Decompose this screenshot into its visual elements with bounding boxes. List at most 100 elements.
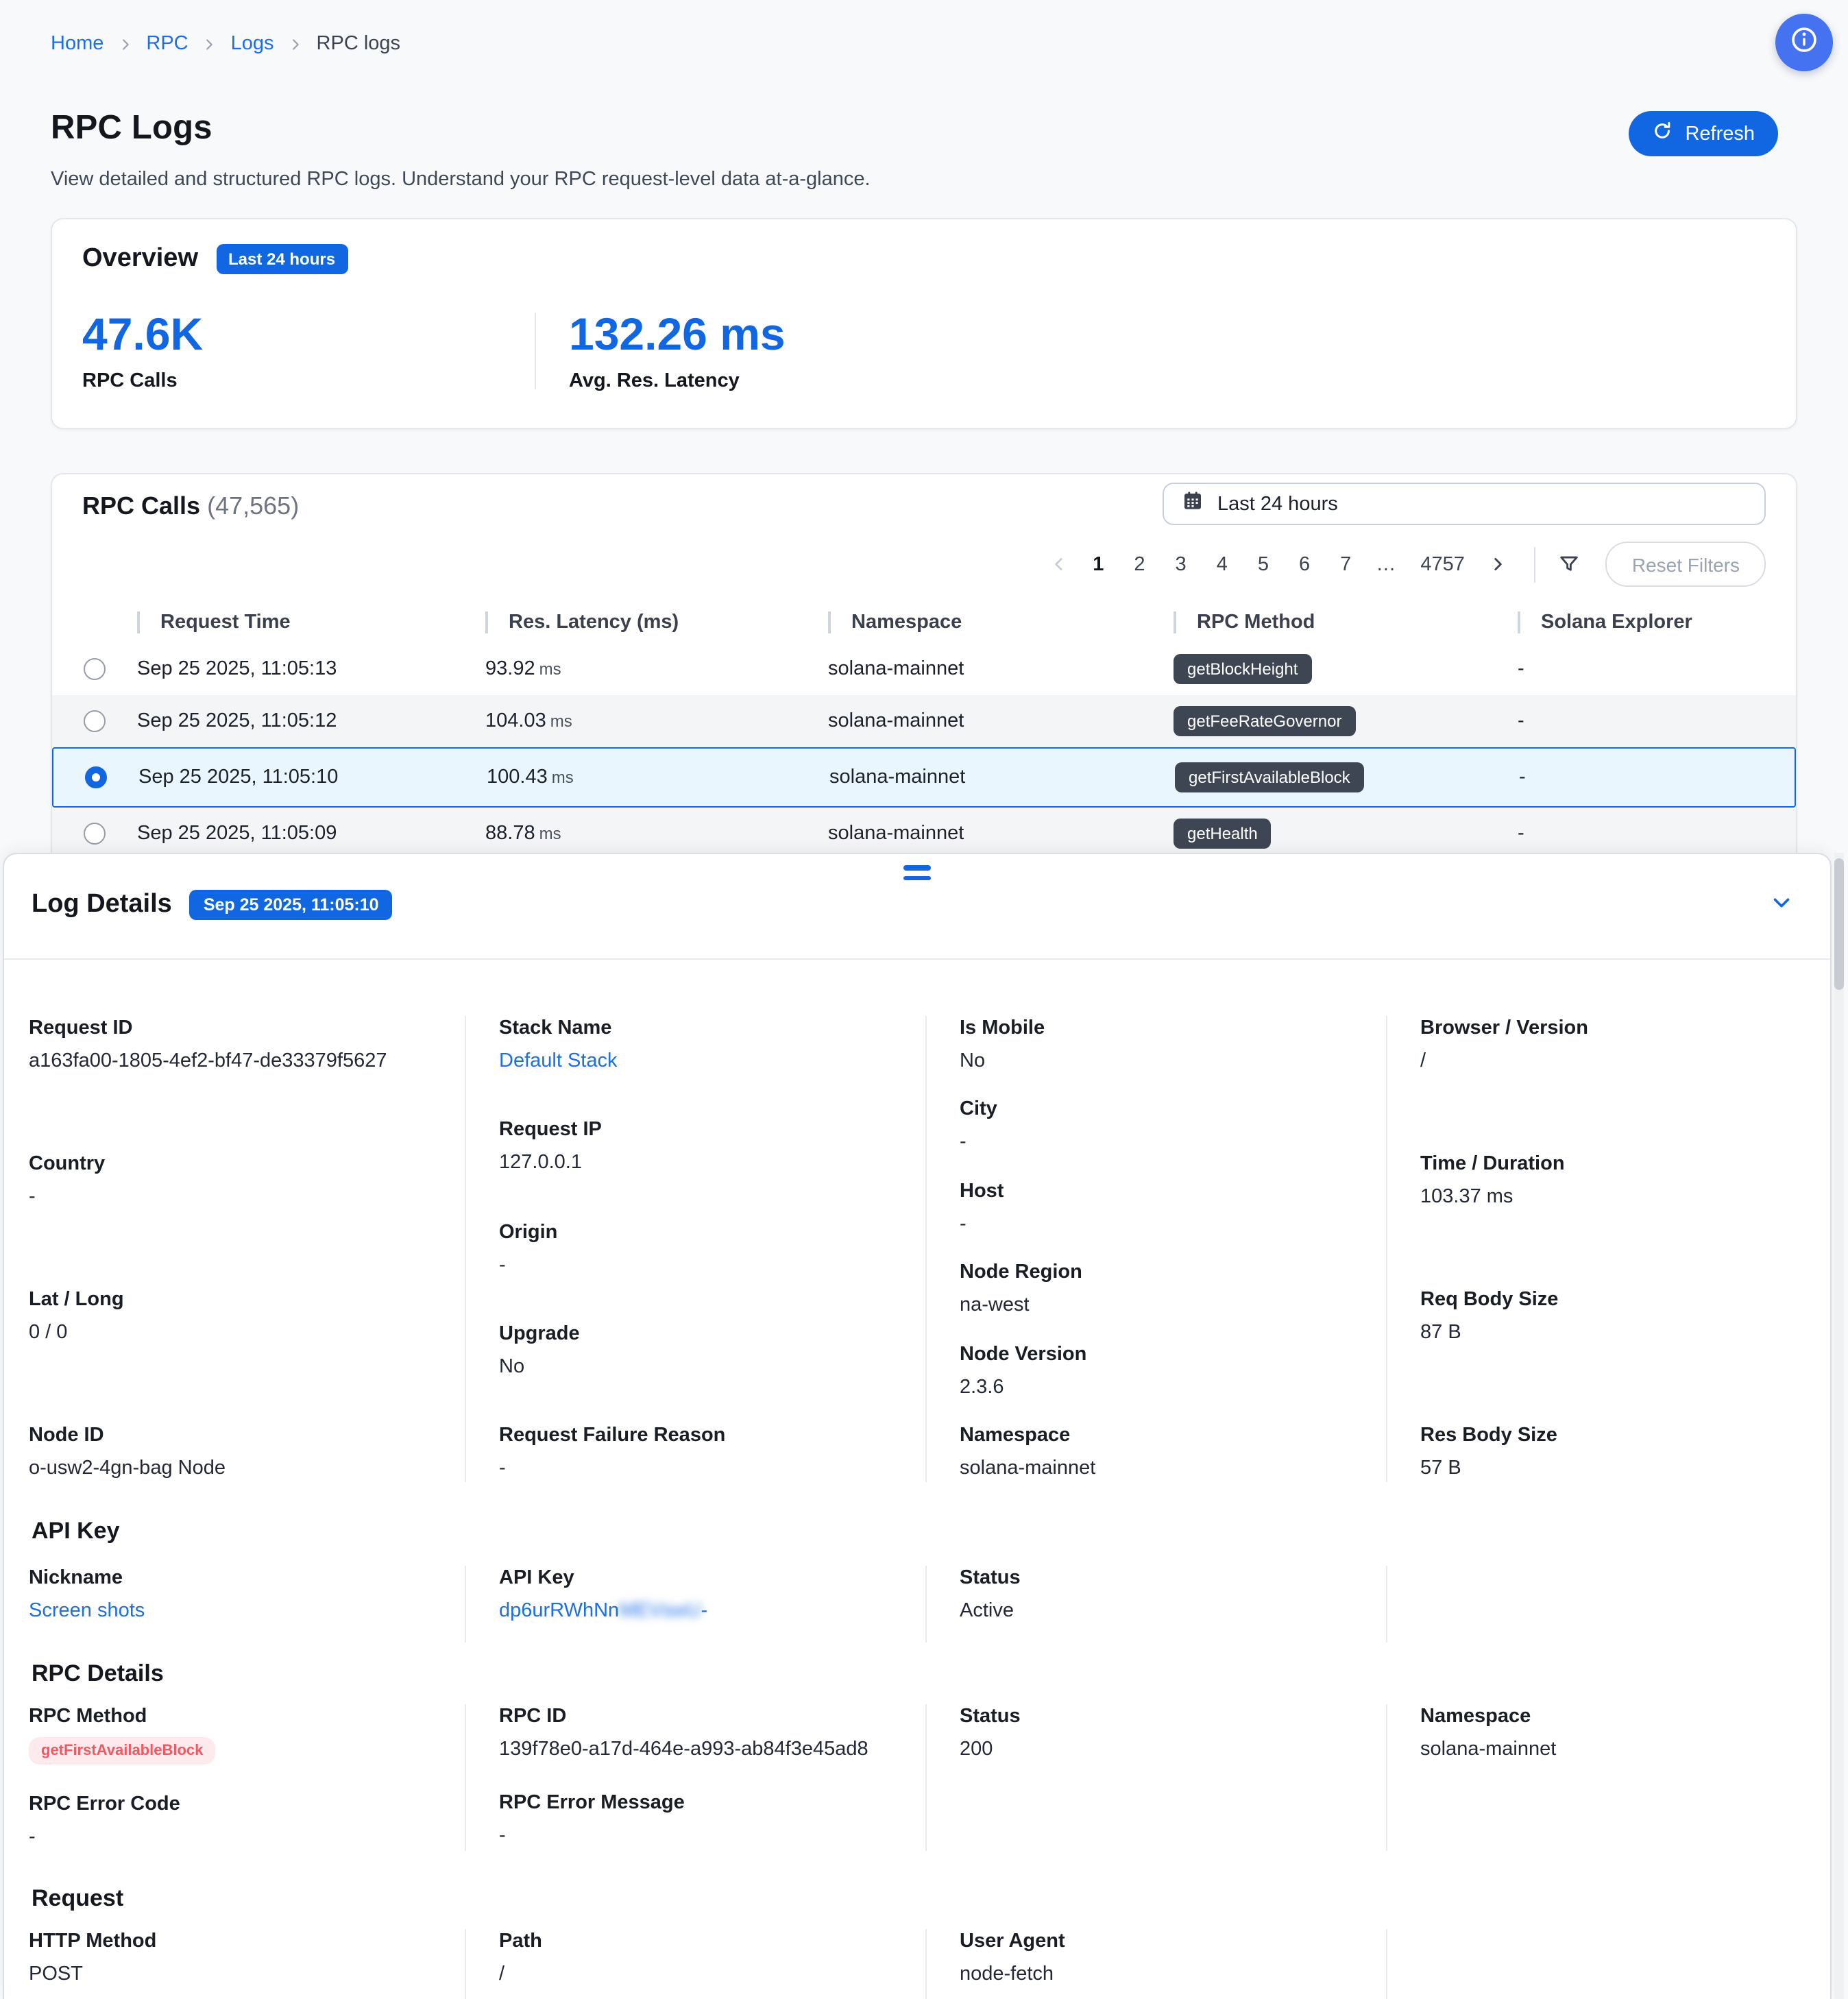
field-node-version: Node Version2.3.6: [960, 1342, 1364, 1401]
request-grid: HTTP Method POST Path / User Agent node-…: [4, 1929, 1830, 1999]
page-subtitle: View detailed and structured RPC logs. U…: [51, 169, 871, 191]
details-column-4: Browser / Version/ Time / Duration103.37…: [1386, 1016, 1830, 1482]
cell-request-time: Sep 25 2025, 11:05:12: [137, 710, 485, 732]
date-range-input[interactable]: Last 24 hours: [1163, 483, 1766, 525]
field-req-body-size: Req Body Size87 B: [1420, 1287, 1808, 1346]
cell-latency: 93.92ms: [485, 658, 828, 680]
chevron-down-icon[interactable]: [1768, 890, 1795, 923]
col-latency: Res. Latency (ms): [485, 611, 828, 633]
cell-explorer: -: [1518, 658, 1796, 680]
log-details-panel: Log Details Sep 25 2025, 11:05:10 Reques…: [3, 853, 1832, 1999]
field-api-key-status: Status Active: [925, 1566, 1386, 1643]
stat-latency-label: Avg. Res. Latency: [569, 370, 786, 392]
pagination-page-4[interactable]: 4: [1206, 553, 1239, 575]
stat-rpc-calls: 47.6K RPC Calls: [82, 307, 535, 392]
rpc-logs-page: Home RPC Logs RPC logs RPC Logs Refresh …: [0, 0, 1848, 1999]
cell-request-time: Sep 25 2025, 11:05:09: [137, 823, 485, 845]
pagination-page-5[interactable]: 5: [1247, 553, 1280, 575]
rpc-method-badge: getFeeRateGovernor: [1174, 706, 1355, 736]
stack-name-link[interactable]: Default Stack: [499, 1049, 903, 1075]
field-rpc-id: RPC ID 139f78e0-a17d-464e-a993-ab84f3e45…: [499, 1704, 903, 1763]
field-request-id: Request IDa163fa00-1805-4ef2-bf47-de3337…: [29, 1016, 443, 1075]
pagination-page-6[interactable]: 6: [1288, 553, 1321, 575]
row-radio-selected[interactable]: [85, 766, 107, 788]
field-request-ip: Request IP127.0.0.1: [499, 1118, 903, 1177]
field-rpc-error-code: RPC Error Code -: [29, 1792, 443, 1851]
col-solana-explorer: Solana Explorer: [1518, 611, 1796, 633]
field-path: Path /: [465, 1929, 925, 1999]
details-column-3: Is MobileNo City- Host- Node Regionna-we…: [925, 1016, 1386, 1482]
drag-handle[interactable]: [903, 865, 931, 880]
pagination-page-7[interactable]: 7: [1329, 553, 1362, 575]
table-row[interactable]: Sep 25 2025, 11:05:13 93.92ms solana-mai…: [52, 643, 1796, 695]
pagination-ellipsis: …: [1370, 553, 1401, 575]
field-namespace: Namespacesolana-mainnet: [960, 1423, 1364, 1482]
pagination-divider: [1535, 546, 1536, 582]
pagination-page-3[interactable]: 3: [1165, 553, 1197, 575]
info-button[interactable]: [1775, 14, 1833, 71]
table-row[interactable]: Sep 25 2025, 11:05:09 88.78ms solana-mai…: [52, 808, 1796, 860]
request-empty-column: [1386, 1929, 1830, 1999]
pagination-next-icon[interactable]: [1484, 555, 1513, 573]
cell-namespace: solana-mainnet: [829, 766, 1175, 788]
table-row-selected[interactable]: Sep 25 2025, 11:05:10 100.43ms solana-ma…: [52, 747, 1796, 808]
breadcrumb-logs[interactable]: Logs: [231, 33, 274, 55]
field-node-id: Node IDo-usw2-4gn-bag Node: [29, 1423, 443, 1482]
field-api-key: API Key dp6urRWhNnMEVswU-: [465, 1566, 925, 1643]
breadcrumb-rpc[interactable]: RPC: [146, 33, 188, 55]
field-http-method: HTTP Method POST: [4, 1929, 465, 1999]
field-rpc-method: RPC Method getFirstAvailableBlock: [29, 1704, 443, 1765]
pagination-page-last[interactable]: 4757: [1409, 553, 1476, 575]
cell-namespace: solana-mainnet: [828, 710, 1174, 732]
field-request-failure-reason: Request Failure Reason-: [499, 1423, 903, 1482]
chevron-right-icon: [202, 36, 217, 51]
rpc-method-pink-badge: getFirstAvailableBlock: [29, 1737, 215, 1765]
breadcrumb-current: RPC logs: [317, 33, 401, 55]
pagination-page-1[interactable]: 1: [1082, 553, 1115, 575]
scrollbar-track[interactable]: [1834, 853, 1844, 1999]
rpc-method-badge: getFirstAvailableBlock: [1175, 762, 1364, 792]
log-details-title: Log Details: [32, 890, 172, 920]
breadcrumb-home[interactable]: Home: [51, 33, 104, 55]
pagination-page-2[interactable]: 2: [1123, 553, 1156, 575]
cell-namespace: solana-mainnet: [828, 823, 1174, 845]
cell-namespace: solana-mainnet: [828, 658, 1174, 680]
rpc-calls-title: RPC Calls (47,565): [82, 492, 299, 521]
row-radio[interactable]: [84, 658, 106, 680]
stat-rpc-calls-label: RPC Calls: [82, 370, 535, 392]
field-host: Host-: [960, 1179, 1364, 1238]
details-column-2: Stack NameDefault Stack Request IP127.0.…: [465, 1016, 925, 1482]
api-key-blurred: MEVswU: [619, 1600, 701, 1622]
api-key-link[interactable]: dp6urRWhNnMEVswU-: [499, 1599, 903, 1625]
nickname-link[interactable]: Screen shots: [29, 1599, 443, 1625]
log-details-time-badge: Sep 25 2025, 11:05:10: [190, 890, 393, 920]
field-country: Country-: [29, 1152, 443, 1211]
log-details-grid: Request IDa163fa00-1805-4ef2-bf47-de3337…: [4, 1016, 1830, 1482]
scrollbar-thumb[interactable]: [1834, 858, 1844, 990]
date-range-value: Last 24 hours: [1217, 493, 1338, 515]
row-radio[interactable]: [84, 710, 106, 732]
refresh-label: Refresh: [1685, 123, 1755, 145]
request-section-title: Request: [32, 1885, 123, 1913]
field-time-duration: Time / Duration103.37 ms: [1420, 1152, 1808, 1211]
overview-title: Overview: [82, 244, 198, 274]
field-origin: Origin-: [499, 1220, 903, 1279]
refresh-icon: [1652, 121, 1673, 147]
chevron-right-icon: [117, 36, 132, 51]
page-title: RPC Logs: [51, 110, 212, 148]
cell-latency: 100.43ms: [487, 766, 829, 788]
pagination-prev-icon[interactable]: [1045, 555, 1073, 573]
cell-latency: 104.03ms: [485, 710, 828, 732]
rpc-details-column-2: RPC ID 139f78e0-a17d-464e-a993-ab84f3e45…: [465, 1704, 925, 1851]
cell-explorer: -: [1518, 823, 1796, 845]
stat-latency-value: 132.26 ms: [569, 307, 786, 362]
row-radio[interactable]: [84, 823, 106, 845]
table-row[interactable]: Sep 25 2025, 11:05:12 104.03ms solana-ma…: [52, 695, 1796, 747]
filter-icon[interactable]: [1558, 553, 1581, 576]
stat-latency: 132.26 ms Avg. Res. Latency: [536, 307, 786, 392]
col-request-time: Request Time: [137, 611, 485, 633]
rpc-details-column-1: RPC Method getFirstAvailableBlock RPC Er…: [4, 1704, 465, 1851]
refresh-button[interactable]: Refresh: [1629, 111, 1778, 156]
pagination: 1 2 3 4 5 6 7 … 4757 Reset Filters: [1045, 543, 1766, 585]
reset-filters-button[interactable]: Reset Filters: [1606, 542, 1766, 587]
